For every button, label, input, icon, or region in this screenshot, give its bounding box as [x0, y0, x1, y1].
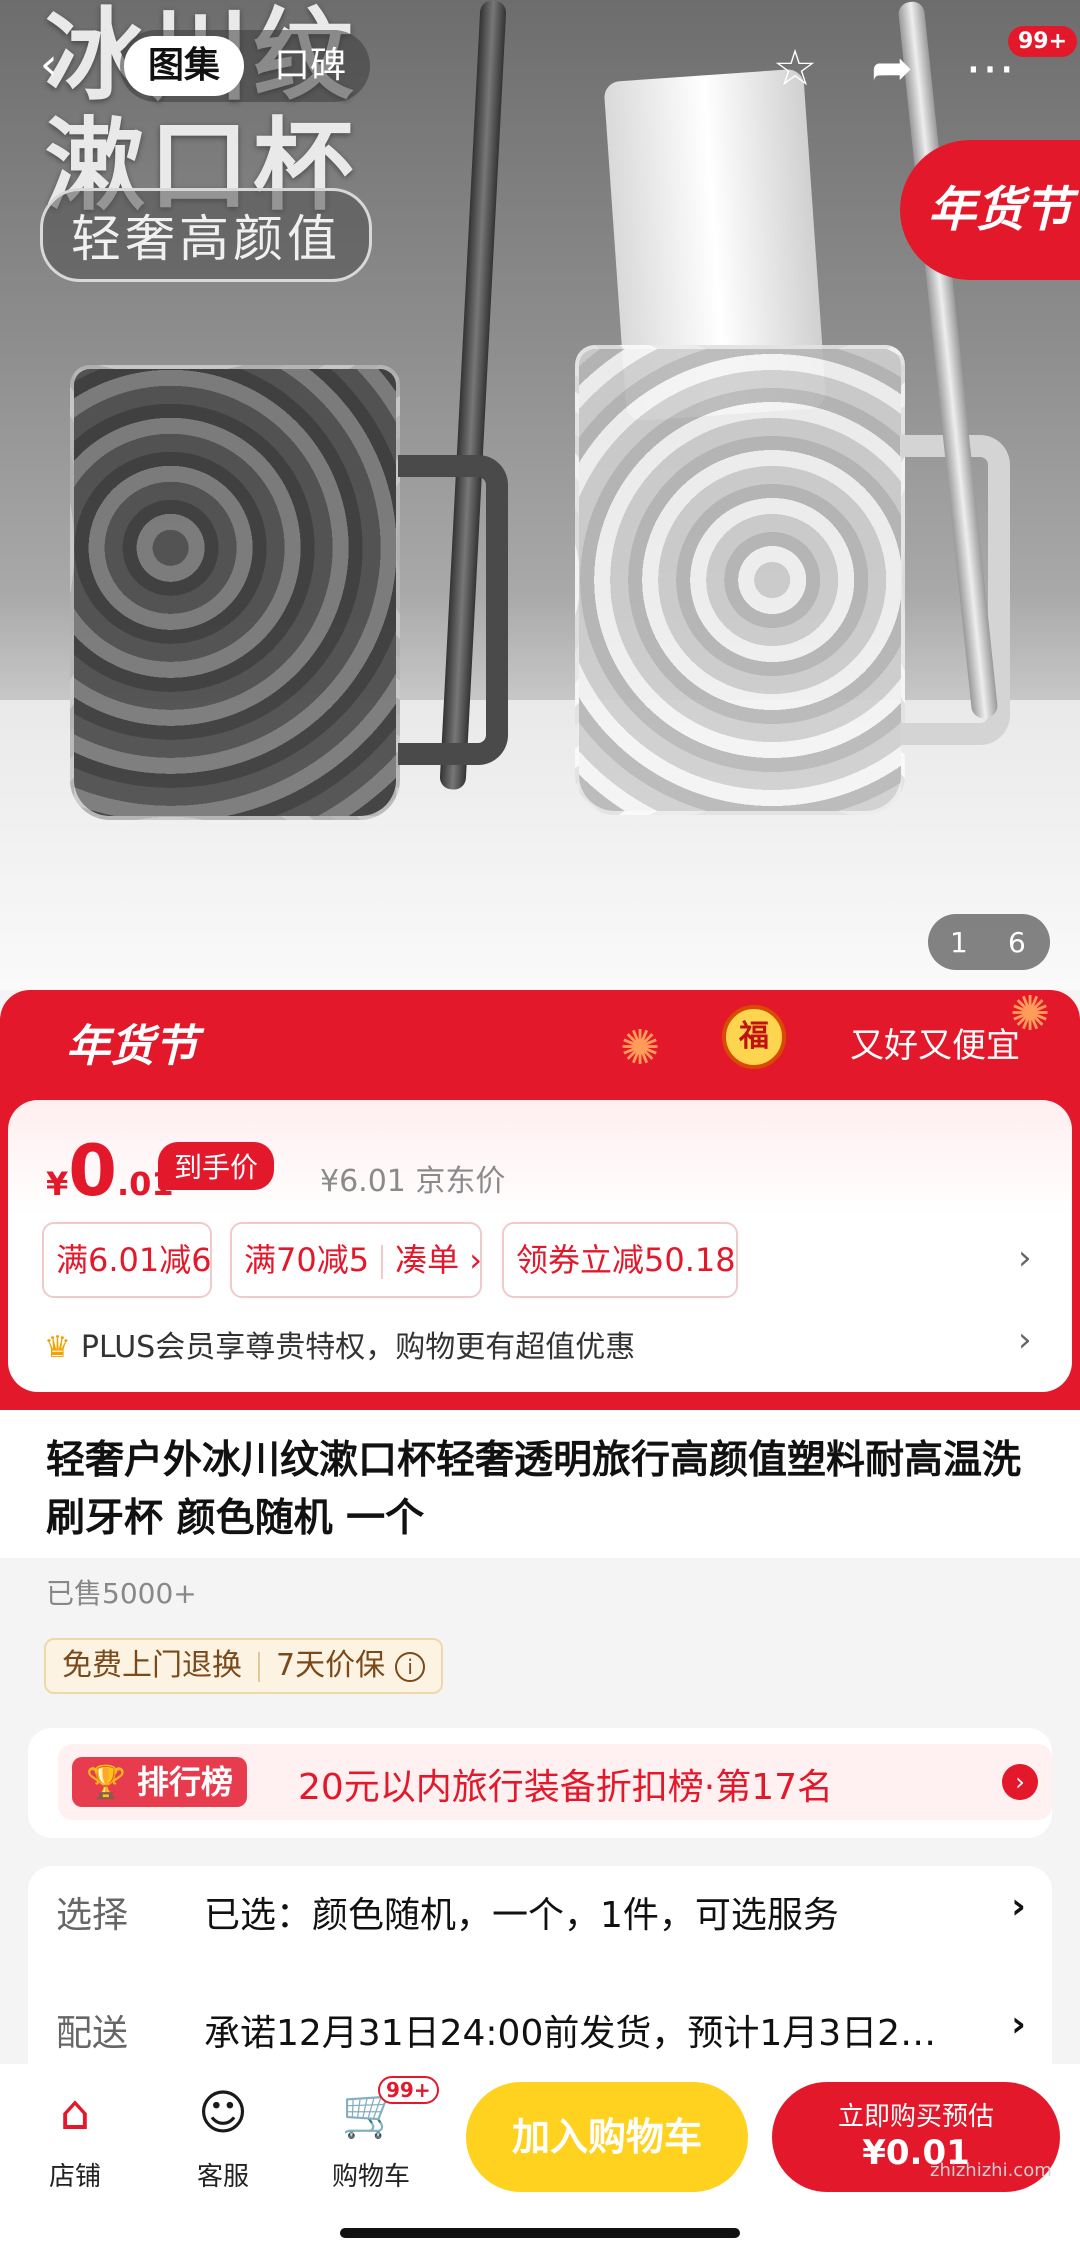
option-label: 选择 — [56, 1895, 129, 1936]
pager-current: 1 — [950, 926, 968, 959]
bottom-action-bar: ⌂ 店铺 ☺ 客服 🛒 99+ 购物车 加入购物车 立即购买预估 ¥0.01 — [0, 2064, 1080, 2248]
favorite-star-icon[interactable]: ☆ — [765, 38, 825, 98]
tab-reviews[interactable]: 口碑 — [260, 36, 360, 96]
sold-count: 已售5000+ — [46, 1577, 197, 1610]
crown-icon: ♛ — [44, 1330, 71, 1365]
festival-slogan: 又好又便宜 — [850, 1026, 1020, 1066]
coupon-tag[interactable]: 满70减5 凑单 › — [230, 1222, 482, 1298]
shop-button[interactable]: ⌂ 店铺 — [20, 2082, 130, 2193]
product-info: 轻奢户外冰川纹漱口杯轻奢透明旅行高颜值塑料耐高温洗刷牙杯 颜色随机 一个 — [0, 1410, 1080, 1558]
dark-cup-image — [70, 365, 400, 820]
shop-icon: ⌂ — [59, 2085, 91, 2141]
chevron-right-icon[interactable]: › — [1018, 1320, 1032, 1360]
chevron-right-icon: › — [1011, 2004, 1026, 2045]
option-row-delivery[interactable]: 配送 承诺12月31日24:00前发货，预计1月3日24:... › — [56, 2004, 1026, 2064]
cart-badge: 99+ — [378, 2076, 439, 2104]
firework-icon: ✺ — [620, 1020, 661, 1076]
tab-gallery[interactable]: 图集 — [124, 36, 244, 96]
pager-total: 6 — [1008, 926, 1026, 959]
ranking-inner: 🏆 排行榜 20元以内旅行装备折扣榜·第17名 › — [58, 1744, 1052, 1820]
options-card: 选择 已选：颜色随机，一个，1件，可选服务 › 配送 承诺12月31日24:00… — [28, 1866, 1052, 2086]
coupon-tag[interactable]: 满6.01减6 — [42, 1222, 212, 1298]
share-icon[interactable]: ➦ — [862, 38, 922, 98]
option-value: 已选：颜色随机，一个，1件，可选服务 — [204, 1895, 839, 1936]
coupon-tag[interactable]: 领券立减50.18 — [502, 1222, 738, 1298]
plus-member-row[interactable]: ♛ PLUS会员享尊贵特权，购物更有超值优惠 — [44, 1322, 635, 1366]
ranking-text: 20元以内旅行装备折扣榜·第17名 — [298, 1767, 834, 1808]
ranking-card[interactable]: 🏆 排行榜 20元以内旅行装备折扣榜·第17名 › — [28, 1728, 1052, 1838]
watermark: zhizhizhi.com — [930, 2160, 1052, 2181]
promo-pill: 轻奢高颜值 — [40, 188, 372, 282]
product-title: 轻奢户外冰川纹漱口杯轻奢透明旅行高颜值塑料耐高温洗刷牙杯 颜色随机 一个 — [46, 1438, 1022, 1541]
product-image-gallery[interactable]: 冰川纹 漱口杯 轻奢高颜值 ‹ 图集 口碑 ☆ ➦ ⋯ 99+ 年货节 1 6 — [0, 0, 1080, 990]
image-pager: 1 6 — [928, 914, 1050, 970]
festival-logo: 年货节 — [66, 1021, 198, 1072]
option-label: 配送 — [56, 2013, 129, 2054]
jd-price: ¥6.01 京东价 — [320, 1164, 506, 1199]
price-card: ¥0.01 到手价 ¥6.01 京东价 满6.01减6 满70减5 凑单 › 领券… — [8, 1100, 1072, 1392]
cart-button[interactable]: 🛒 99+ 购物车 — [316, 2076, 439, 2193]
chevron-right-icon[interactable]: › — [1018, 1238, 1032, 1278]
back-icon[interactable]: ‹ — [40, 40, 90, 90]
gallery-tab-switch: 图集 口碑 — [120, 30, 370, 102]
notification-badge: 99+ — [1008, 26, 1078, 57]
chevron-right-icon[interactable]: › — [1002, 1764, 1038, 1800]
info-icon[interactable]: i — [395, 1651, 426, 1682]
arrival-price-tag: 到手价 — [158, 1142, 275, 1190]
home-indicator[interactable] — [340, 2228, 740, 2238]
ranking-badge: 🏆 排行榜 — [72, 1757, 247, 1807]
chat-face-icon: ☺ — [197, 2085, 249, 2141]
service-tags[interactable]: 免费上门退换 7天价保 i — [44, 1638, 444, 1694]
top-bar: ‹ 图集 口碑 ☆ ➦ ⋯ 99+ — [0, 0, 1080, 140]
clear-cup-image — [575, 345, 905, 815]
festival-floating-tag[interactable]: 年货节 — [900, 140, 1080, 280]
option-row-select[interactable]: 选择 已选：颜色随机，一个，1件，可选服务 › — [56, 1886, 1026, 1946]
dark-cup-handle — [398, 455, 508, 765]
lucky-bag-icon: 福 — [722, 1005, 786, 1069]
final-price: ¥0.01 — [46, 1130, 174, 1212]
price-banner: 年货节 ✺ 福 ✺ 又好又便宜 ¥0.01 到手价 ¥6.01 京东价 满6.0… — [0, 986, 1080, 1410]
customer-service-button[interactable]: ☺ 客服 — [168, 2082, 278, 2193]
add-to-cart-button[interactable]: 加入购物车 — [466, 2082, 748, 2192]
option-value: 承诺12月31日24:00前发货，预计1月3日24:... — [204, 2013, 944, 2054]
chevron-right-icon: › — [1011, 1886, 1026, 1927]
